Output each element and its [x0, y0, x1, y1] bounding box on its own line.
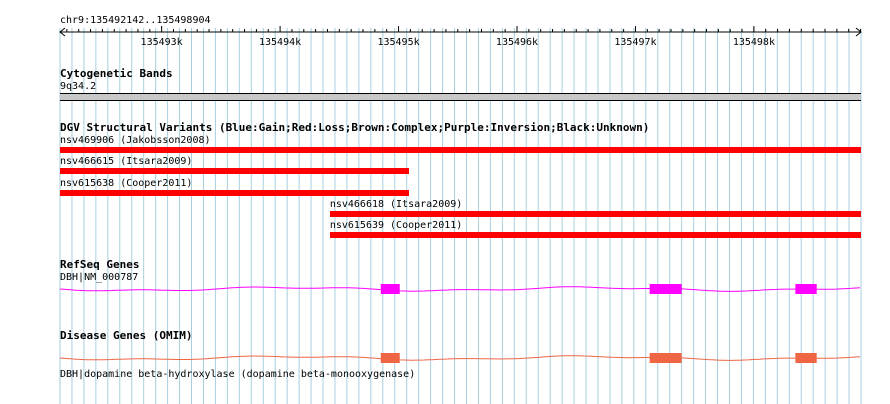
- exon-box[interactable]: [795, 353, 817, 363]
- omim-gene-model[interactable]: [0, 0, 890, 404]
- intron-line: [59, 355, 861, 361]
- genome-browser: chr9:135492142..135498904 135493k 135494k…: [0, 0, 890, 404]
- omim-gene-label: DBH|dopamine beta-hydroxylase (dopamine …: [60, 369, 416, 380]
- exon-box[interactable]: [380, 353, 400, 363]
- exon-box[interactable]: [649, 353, 682, 363]
